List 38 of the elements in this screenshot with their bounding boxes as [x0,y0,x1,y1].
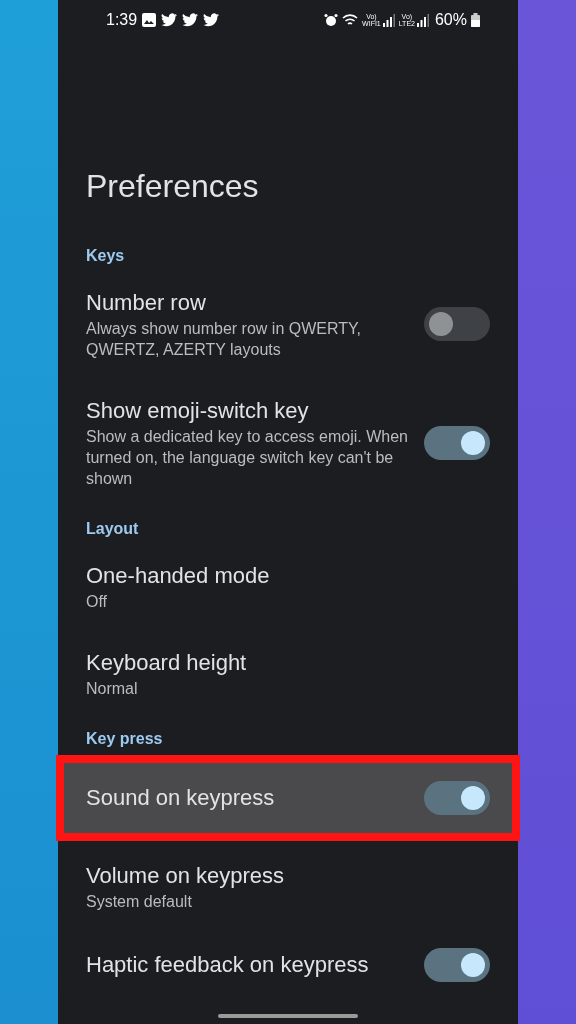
page-title: Preferences [85,167,260,206]
section-header: Keys [85,246,126,266]
setting-description: Off [86,592,109,612]
setting-description: Always show number row in QWERTY, QWERTZ, AZERTY layouts [86,319,363,360]
alarm-icon [324,13,339,27]
image-icon [142,13,157,27]
toggle-switch[interactable] [424,781,490,815]
setting-description: Show a dedicated key to access emoji. When turned on, the language switch key can't be shown [86,427,408,489]
section-header: Layout [85,519,140,539]
signal-icon [382,13,395,27]
bird-icon [161,13,178,27]
setting-row[interactable]: Haptic feedback on keypress [58,930,518,1000]
setting-title: Sound on keypress [86,784,275,812]
toggle-switch[interactable] [424,948,490,982]
signal-icon [416,13,429,27]
setting-title: Number row [86,289,207,317]
toggle-switch[interactable] [424,425,490,460]
battery-percent: 60% [434,10,467,30]
bird-icon [182,13,199,27]
setting-title: Haptic feedback on keypress [86,951,369,979]
status-time: 1:39 [106,10,138,30]
wifi-icon [342,13,359,27]
setting-title: One-handed mode [86,562,270,590]
setting-row[interactable]: Volume on keypress System default [58,843,518,930]
bird-icon [203,13,220,27]
setting-description: System default [86,892,193,912]
battery-icon [471,13,480,27]
setting-row[interactable]: Keyboard height Normal [58,630,518,717]
setting-row[interactable]: One-handed mode Off [58,543,518,630]
setting-row[interactable]: Number row Always show number row in QWERTY, QWERTZ, AZERTY layouts [58,270,518,378]
setting-row[interactable]: Show emoji-switch key Show a dedicated key to access emoji. When turned on, the language switch key can't be shown [58,378,518,507]
setting-description: Normal [86,679,139,699]
setting-row[interactable]: Sound on keypress [58,763,518,833]
setting-title: Volume on keypress [86,862,285,890]
setting-title: Keyboard height [86,649,247,677]
section-header: Key press [85,729,164,749]
setting-title: Show emoji-switch key [86,397,310,425]
toggle-switch[interactable] [424,307,490,341]
